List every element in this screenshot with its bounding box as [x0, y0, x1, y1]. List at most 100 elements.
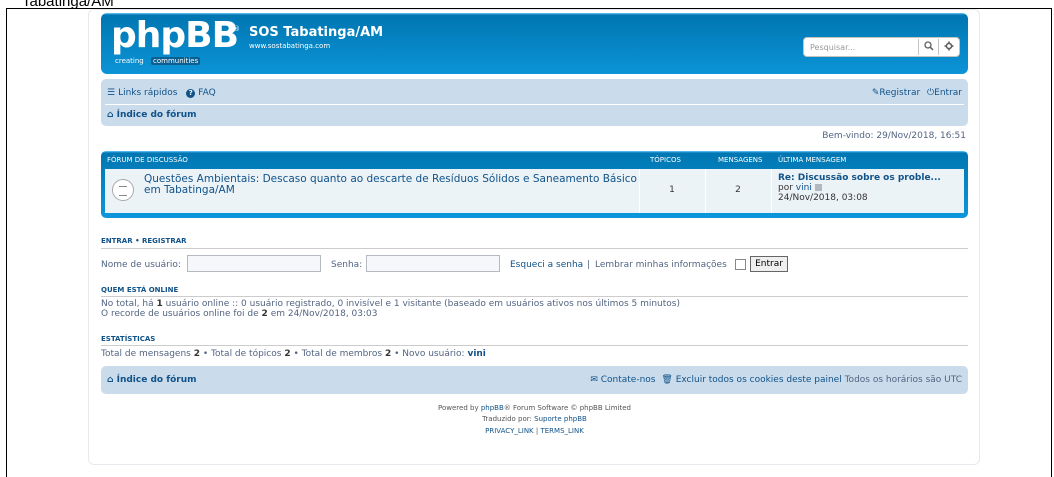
- stats-topics-value: 2: [284, 349, 291, 359]
- column-header-topics: TÓPICOS: [650, 156, 681, 164]
- trash-icon: 🗑: [661, 375, 673, 385]
- delete-cookies-link[interactable]: Excluir todos os cookies deste painel: [676, 375, 842, 385]
- logo-tagline-communities: communities: [151, 57, 201, 65]
- forum-read-icon: [112, 179, 134, 201]
- section-divider: [101, 345, 968, 346]
- site-logo[interactable]: phpBB ® creating communities: [111, 15, 240, 67]
- last-post-title-link[interactable]: Re: Discussão sobre os proble...: [778, 173, 941, 183]
- login-link[interactable]: Entrar: [934, 88, 962, 98]
- translated-by: Traduzido por: Suporte phpBB: [101, 415, 968, 423]
- remember-me-checkbox[interactable]: [735, 259, 746, 270]
- forum-table: FÓRUM DE DISCUSSÃO TÓPICOS MENSAGENS ÚLT…: [101, 151, 968, 218]
- record-suffix: em 24/Nov/2018, 03:03: [270, 309, 378, 319]
- forgot-password-link[interactable]: Esqueci a senha: [510, 260, 583, 270]
- legal-separator: |: [535, 427, 539, 435]
- login-section-link[interactable]: ENTRAR: [101, 237, 133, 245]
- stats-line: Total de mensagens 2 • Total de tópicos …: [101, 349, 486, 359]
- column-header-posts: MENSAGENS: [718, 156, 763, 164]
- last-post-author-link[interactable]: vini: [796, 183, 812, 193]
- stats-section-title: ESTATÍSTICAS: [101, 335, 156, 343]
- navbar-divider: [105, 104, 964, 105]
- stats-posts-value: 2: [193, 349, 200, 359]
- site-title[interactable]: SOS Tabatinga/AM: [249, 25, 383, 40]
- breadcrumb-index-link[interactable]: Índice do fórum: [117, 110, 197, 120]
- quick-links-link[interactable]: Links rápidos: [118, 88, 177, 98]
- footer-index-link[interactable]: Índice do fórum: [117, 375, 197, 385]
- login-form: Nome de usuário: Senha: Esqueci a senha …: [101, 254, 968, 274]
- stats-members-label: • Total de membros: [293, 349, 383, 359]
- login-section-sep: •: [135, 237, 140, 245]
- logo-registered-mark: ®: [233, 25, 240, 33]
- password-label: Senha:: [331, 260, 363, 270]
- forum-title-link[interactable]: Questões Ambientais: Descaso quanto ao d…: [144, 174, 639, 196]
- register-link[interactable]: Registrar: [879, 88, 920, 98]
- record-prefix: O recorde de usuários online foi de: [101, 309, 259, 319]
- online-record: O recorde de usuários online foi de 2 em…: [101, 309, 378, 319]
- search-icon: [923, 41, 934, 51]
- forum-page: phpBB ® creating communities SOS Tabatin…: [88, 9, 980, 465]
- faq-link[interactable]: FAQ: [198, 88, 215, 98]
- stats-posts-label: Total de mensagens: [101, 349, 191, 359]
- nav-left: ☰ Links rápidos ? FAQ: [107, 88, 219, 98]
- gear-icon: [944, 41, 953, 51]
- timezone-text: Todos os horários são UTC: [844, 375, 962, 385]
- online-suffix: usuário online :: 0 usuário registrado, …: [165, 299, 680, 309]
- online-section-title[interactable]: QUEM ESTÁ ONLINE: [101, 286, 178, 294]
- footer-navbar: ⌂ Índice do fórum ✉ Contate-nos 🗑 Exclui…: [101, 366, 968, 394]
- powered-by: Powered by phpBB® Forum Software © phpBB…: [101, 404, 968, 412]
- stats-topics-label: • Total de tópicos: [202, 349, 282, 359]
- home-icon: ⌂: [107, 375, 114, 385]
- translated-prefix: Traduzido por:: [482, 415, 532, 423]
- terms-link[interactable]: TERMS_LINK: [540, 427, 583, 435]
- online-count: 1: [156, 299, 163, 309]
- advanced-search-button[interactable]: [938, 39, 958, 55]
- translator-link[interactable]: Suporte phpBB: [534, 415, 587, 423]
- column-header-last-post: ÚLTIMA MENSAGEM: [778, 156, 847, 164]
- login-separator: |: [587, 260, 591, 270]
- stats-members-value: 2: [384, 349, 392, 359]
- newest-user-link[interactable]: vini: [467, 349, 485, 359]
- view-latest-post-icon[interactable]: [814, 184, 822, 191]
- forum-topics-count: 1: [669, 185, 675, 195]
- powered-prefix: Powered by: [438, 404, 479, 412]
- last-post-date: 24/Nov/2018, 03:08: [778, 193, 868, 203]
- breadcrumb: ⌂ Índice do fórum: [107, 110, 197, 120]
- home-icon: ⌂: [107, 110, 114, 120]
- phpbb-link[interactable]: phpBB: [481, 404, 504, 412]
- site-header: phpBB ® creating communities SOS Tabatin…: [101, 13, 968, 74]
- search-input[interactable]: [805, 39, 917, 55]
- username-label: Nome de usuário:: [101, 260, 181, 270]
- contact-link[interactable]: Contate-nos: [601, 375, 656, 385]
- username-field[interactable]: [187, 255, 321, 272]
- column-divider: [771, 169, 772, 213]
- logo-text: phpBB: [111, 15, 239, 56]
- site-url: www.sostabatinga.com: [249, 42, 331, 50]
- privacy-link[interactable]: PRIVACY_LINK: [485, 427, 534, 435]
- online-prefix: No total, há: [101, 299, 154, 309]
- login-section-title: ENTRAR • REGISTRAR: [101, 237, 187, 245]
- register-section-link[interactable]: REGISTRAR: [142, 237, 187, 245]
- logo-tagline-creating: creating: [115, 57, 144, 65]
- search-button[interactable]: [918, 39, 938, 55]
- menu-icon: ☰: [107, 88, 116, 98]
- envelope-icon: ✉: [590, 375, 598, 385]
- powered-suffix: ® Forum Software © phpBB Limited: [503, 404, 631, 412]
- footer-links: ✉ Contate-nos 🗑 Excluir todos os cookies…: [590, 375, 962, 385]
- record-count: 2: [261, 309, 268, 319]
- section-divider: [101, 296, 968, 297]
- section-divider: [101, 248, 968, 249]
- nav-right: ✎Registrar ⏻Entrar: [872, 88, 962, 98]
- password-field[interactable]: [366, 255, 500, 272]
- welcome-text: Bem-vindo: 29/Nov/2018, 16:51: [822, 131, 966, 141]
- column-header-forum: FÓRUM DE DISCUSSÃO: [107, 156, 188, 164]
- forum-row: Questões Ambientais: Descaso quanto ao d…: [105, 169, 964, 213]
- navbar: ☰ Links rápidos ? FAQ ✎Registrar ⏻Entrar ⌂…: [101, 79, 968, 126]
- forum-posts-count: 2: [735, 185, 741, 195]
- last-post-author: por vini: [778, 183, 822, 193]
- last-post-by-prefix: por: [778, 183, 793, 193]
- legal-links: PRIVACY_LINK | TERMS_LINK: [101, 427, 968, 435]
- login-submit-button[interactable]: Entrar: [750, 256, 788, 272]
- stats-newest-label: • Novo usuário:: [394, 349, 465, 359]
- online-summary: No total, há 1 usuário online :: 0 usuár…: [101, 299, 680, 309]
- remember-me-label: Lembrar minhas informações: [595, 260, 727, 270]
